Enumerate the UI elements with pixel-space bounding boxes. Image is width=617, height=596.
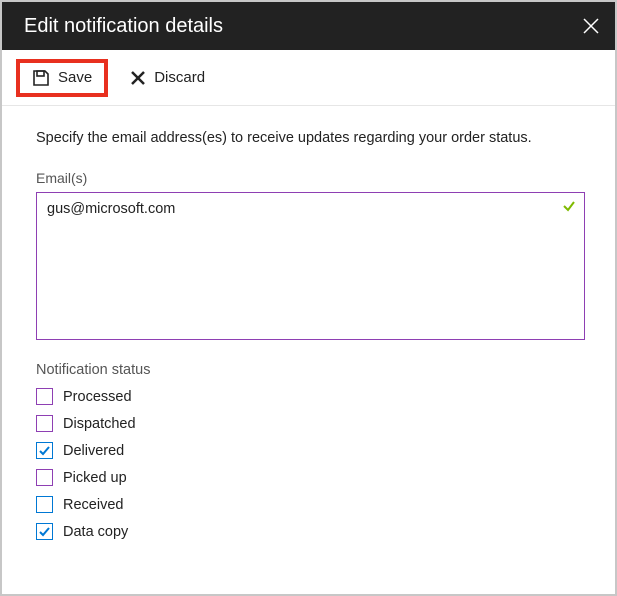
content-area: Specify the email address(es) to receive…	[2, 106, 615, 540]
panel: Edit notification details Save	[0, 0, 617, 596]
checkbox-label: Picked up	[63, 470, 127, 486]
save-icon	[32, 69, 50, 87]
status-checkbox-list: Processed Dispatched Delivered Picked up Rec…	[36, 388, 585, 540]
checkbox-label: Processed	[63, 389, 132, 405]
checkbox-box[interactable]	[36, 388, 53, 405]
save-button-label: Save	[58, 69, 92, 86]
panel-title: Edit notification details	[24, 15, 223, 38]
checkbox-box[interactable]	[36, 523, 53, 540]
checkbox-box[interactable]	[36, 496, 53, 513]
checkbox-label: Delivered	[63, 443, 124, 459]
status-checkbox-delivered[interactable]: Delivered	[36, 442, 585, 459]
save-button[interactable]: Save	[16, 59, 108, 97]
status-checkbox-picked-up[interactable]: Picked up	[36, 469, 585, 486]
emails-value: gus@microsoft.com	[47, 201, 574, 217]
description-text: Specify the email address(es) to receive…	[36, 130, 585, 146]
checkbox-box[interactable]	[36, 442, 53, 459]
discard-icon	[130, 70, 146, 86]
status-checkbox-data-copy[interactable]: Data copy	[36, 523, 585, 540]
checkbox-box[interactable]	[36, 415, 53, 432]
status-checkbox-processed[interactable]: Processed	[36, 388, 585, 405]
toolbar: Save Discard	[2, 50, 615, 106]
checkbox-label: Dispatched	[63, 416, 136, 432]
checkbox-label: Received	[63, 497, 123, 513]
discard-button[interactable]: Discard	[124, 63, 211, 92]
checkbox-label: Data copy	[63, 524, 128, 540]
checkbox-box[interactable]	[36, 469, 53, 486]
status-heading: Notification status	[36, 362, 585, 378]
emails-label: Email(s)	[36, 170, 585, 186]
status-checkbox-received[interactable]: Received	[36, 496, 585, 513]
emails-input[interactable]: gus@microsoft.com	[36, 192, 585, 340]
status-checkbox-dispatched[interactable]: Dispatched	[36, 415, 585, 432]
valid-check-icon	[562, 199, 576, 218]
close-icon[interactable]	[583, 18, 599, 34]
discard-button-label: Discard	[154, 69, 205, 86]
panel-header: Edit notification details	[2, 2, 615, 50]
